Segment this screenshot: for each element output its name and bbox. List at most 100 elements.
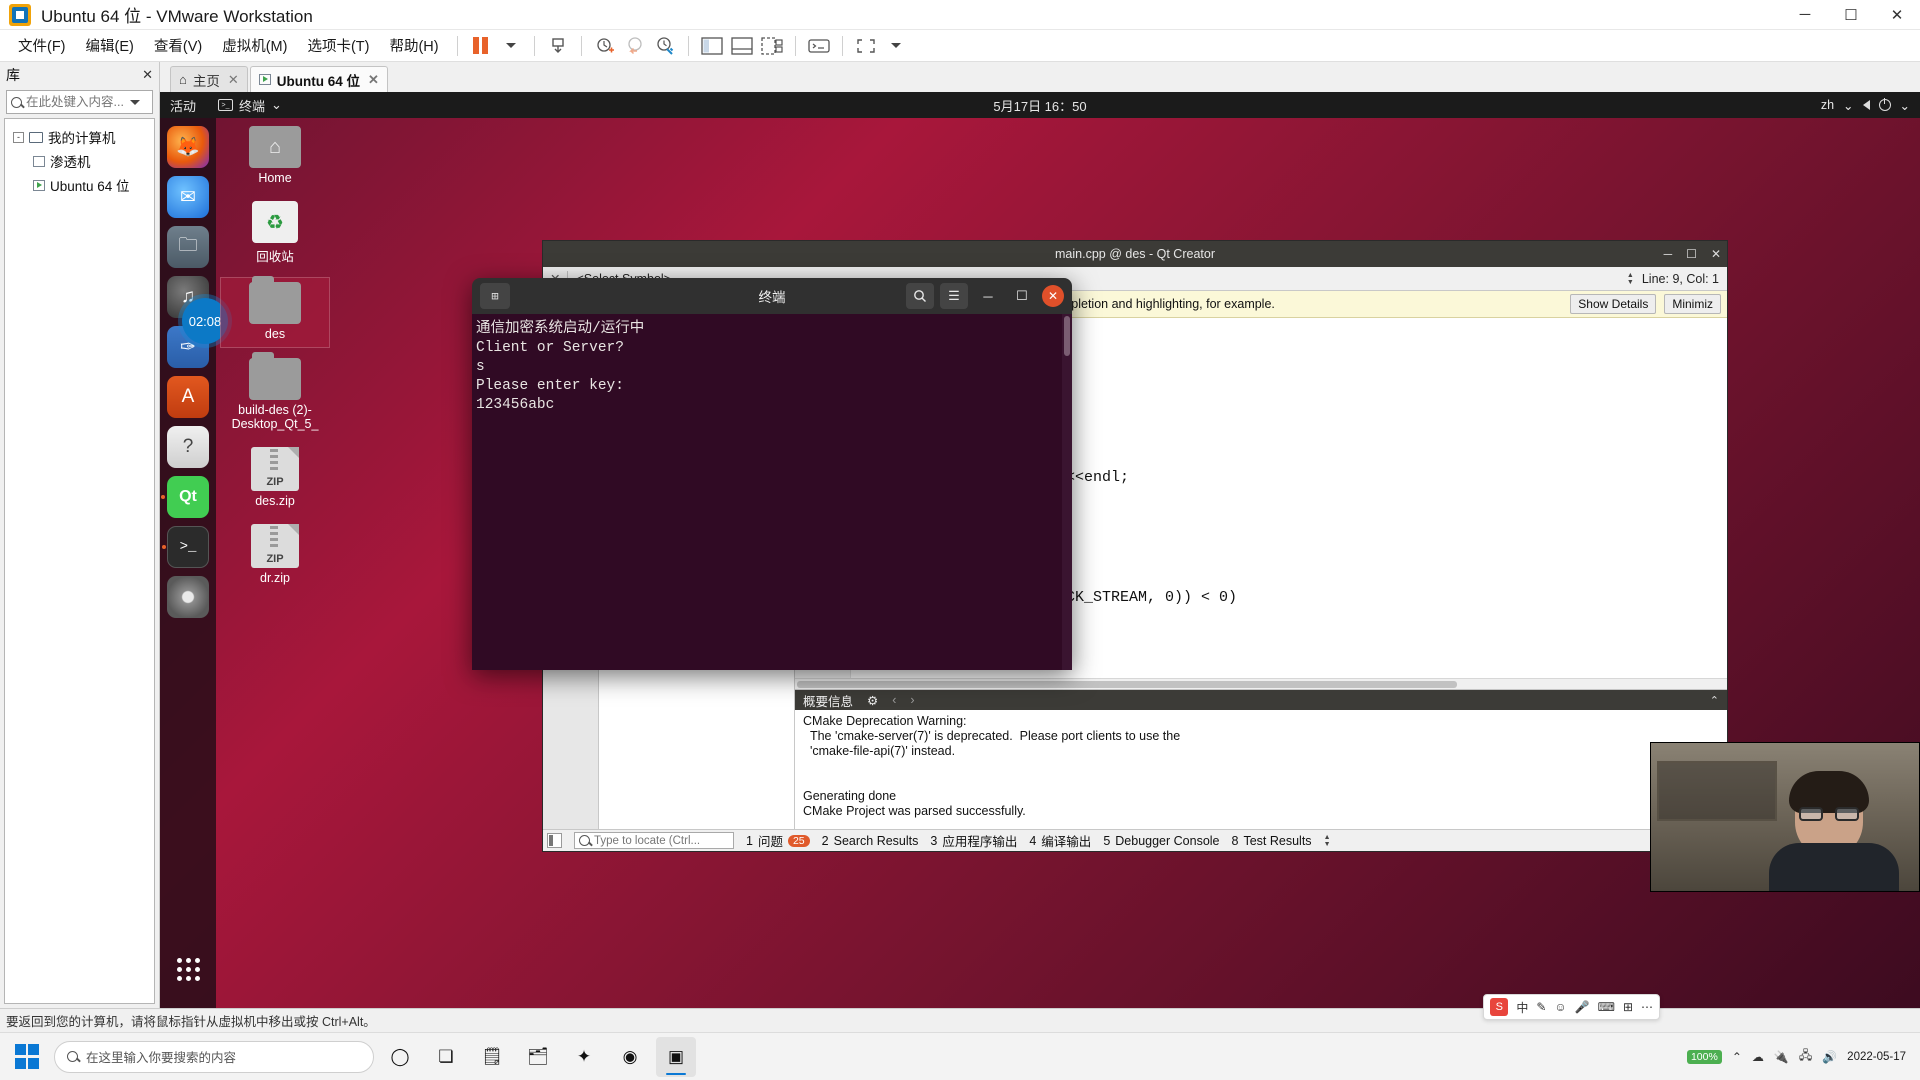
menu-vm[interactable]: 虚拟机(M) bbox=[212, 31, 297, 60]
collapse-pane-icon[interactable]: ⌃ bbox=[1710, 694, 1719, 707]
show-details-button[interactable]: Show Details bbox=[1570, 294, 1657, 314]
taskbar-search-box[interactable]: 在这里输入你要搜索的内容 bbox=[54, 1040, 374, 1073]
tree-item-my-computer[interactable]: - 我的计算机 bbox=[5, 125, 154, 149]
dock-item-ubuntu-software[interactable]: A bbox=[167, 376, 209, 418]
stepper-icon[interactable]: ▲ ▼ bbox=[1627, 272, 1634, 286]
output-tab-compile-output[interactable]: 4 编译输出 bbox=[1029, 831, 1091, 850]
suspend-button[interactable] bbox=[466, 33, 496, 59]
fullscreen-dropdown-icon[interactable] bbox=[881, 33, 911, 59]
line-column-indicator[interactable]: ▲ ▼ Line: 9, Col: 1 bbox=[1627, 272, 1727, 286]
terminal-scrollbar[interactable] bbox=[1062, 314, 1072, 670]
desktop-icon-des-zip[interactable]: ZIP des.zip bbox=[220, 443, 330, 514]
volume-icon[interactable] bbox=[1862, 100, 1870, 110]
tab-close-icon[interactable]: ✕ bbox=[228, 72, 239, 88]
tree-item-pentest-vm[interactable]: 渗透机 bbox=[5, 149, 154, 173]
power-icon[interactable] bbox=[1878, 98, 1891, 111]
output-filter-icon[interactable]: ⚙ bbox=[867, 693, 878, 708]
hamburger-menu-icon[interactable]: ☰ bbox=[940, 283, 968, 309]
ime-mode-label[interactable]: 中 bbox=[1516, 999, 1528, 1016]
desktop-icon-home[interactable]: ⌂ Home bbox=[220, 122, 330, 191]
output-tab-test-results[interactable]: 8 Test Results bbox=[1232, 834, 1312, 848]
revert-snapshot-icon[interactable] bbox=[620, 33, 650, 59]
menu-tabs[interactable]: 选项卡(T) bbox=[297, 31, 379, 60]
sticky-notes-icon[interactable]: 🗒 bbox=[472, 1037, 512, 1077]
show-applications-button[interactable] bbox=[167, 948, 209, 990]
scrollbar-thumb[interactable] bbox=[797, 681, 1457, 688]
menu-edit[interactable]: 编辑(E) bbox=[76, 31, 144, 60]
close-button[interactable]: ✕ bbox=[1874, 0, 1920, 30]
menu-view[interactable]: 查看(V) bbox=[144, 31, 212, 60]
terminal-minimize-button[interactable]: ─ bbox=[974, 283, 1002, 309]
tree-item-ubuntu-vm[interactable]: Ubuntu 64 位 bbox=[5, 173, 154, 197]
toggle-sidebar-icon[interactable] bbox=[547, 833, 562, 848]
desktop-icon-build-des[interactable]: build-des (2)-Desktop_Qt_5_ bbox=[220, 352, 330, 437]
ime-keyboard-icon[interactable]: ⌨ bbox=[1598, 1000, 1615, 1014]
cloud-icon[interactable]: ☁ bbox=[1752, 1050, 1764, 1064]
activities-button[interactable]: 活动 bbox=[170, 96, 196, 115]
qt-minimize-button[interactable]: ─ bbox=[1664, 247, 1673, 261]
qt-close-button[interactable]: ✕ bbox=[1711, 247, 1721, 261]
chevron-down-icon[interactable] bbox=[130, 99, 140, 105]
locator-input[interactable]: Type to locate (Ctrl... bbox=[574, 832, 734, 849]
volume-icon[interactable]: 🔊 bbox=[1822, 1050, 1837, 1064]
current-app-menu[interactable]: >_ 终端 ⌄ bbox=[218, 96, 282, 115]
prev-issue-icon[interactable]: ‹ bbox=[892, 693, 896, 707]
dock-item-qt-creator[interactable]: Qt bbox=[161, 476, 209, 518]
desktop-icon-trash[interactable]: ♻ 回收站 bbox=[220, 197, 330, 271]
desktop-icon-dr-zip[interactable]: ZIP dr.zip bbox=[220, 520, 330, 591]
dock-item-help[interactable]: ? bbox=[167, 426, 209, 468]
vscode-icon[interactable]: ✦ bbox=[564, 1037, 604, 1077]
library-search-input[interactable] bbox=[26, 95, 126, 109]
language-indicator[interactable]: zh bbox=[1821, 98, 1834, 112]
output-tab-app-output[interactable]: 3 应用程序输出 bbox=[930, 831, 1017, 850]
tab-home[interactable]: ⌂ 主页 ✕ bbox=[170, 66, 248, 92]
taskbar-clock[interactable]: 2022-05-17 bbox=[1847, 1050, 1906, 1064]
fullscreen-icon[interactable] bbox=[851, 33, 881, 59]
sogou-ime-icon[interactable]: S bbox=[1490, 998, 1509, 1016]
search-icon[interactable] bbox=[906, 283, 934, 309]
network-icon[interactable]: 🖧 bbox=[1799, 1046, 1812, 1067]
show-console-view-icon[interactable] bbox=[727, 33, 757, 59]
tray-overflow-icon[interactable]: ⌃ bbox=[1732, 1050, 1742, 1064]
minimize-button[interactable]: ─ bbox=[1782, 0, 1828, 30]
ime-voice-icon[interactable]: 🎤 bbox=[1575, 1000, 1590, 1014]
dock-item-files[interactable]: 🗀 bbox=[167, 226, 209, 268]
ime-pen-icon[interactable]: ✎ bbox=[1536, 1000, 1546, 1014]
console-keyboard-icon[interactable] bbox=[804, 33, 834, 59]
chrome-icon[interactable]: ◉ bbox=[610, 1037, 650, 1077]
dock-item-firefox[interactable]: 🦊 bbox=[167, 126, 209, 168]
editor-horizontal-scrollbar[interactable] bbox=[795, 678, 1727, 689]
next-issue-icon[interactable]: › bbox=[910, 693, 914, 707]
library-close-icon[interactable]: ✕ bbox=[142, 67, 153, 83]
battery-indicator[interactable]: 100% bbox=[1686, 1049, 1722, 1064]
dock-item-disc[interactable] bbox=[167, 576, 209, 618]
terminal-maximize-button[interactable]: ☐ bbox=[1008, 283, 1036, 309]
ime-more-icon[interactable]: ⋯ bbox=[1641, 1000, 1653, 1014]
maximize-button[interactable]: ☐ bbox=[1828, 0, 1874, 30]
output-tab-issues[interactable]: 1 问题 25 bbox=[746, 831, 810, 850]
usb-icon[interactable]: 🔌 bbox=[1774, 1050, 1789, 1064]
qt-maximize-button[interactable]: ☐ bbox=[1686, 247, 1697, 261]
tab-close-icon[interactable]: ✕ bbox=[368, 72, 379, 88]
gnome-clock[interactable]: 5月17日 16：50 bbox=[160, 96, 1920, 115]
desktop-icon-des[interactable]: des bbox=[220, 276, 330, 348]
take-snapshot-icon[interactable] bbox=[590, 33, 620, 59]
output-tab-debugger-console[interactable]: 5 Debugger Console bbox=[1103, 834, 1219, 848]
chevron-down-icon[interactable]: ⌄ bbox=[1900, 98, 1910, 113]
show-thumbnail-bar-icon[interactable] bbox=[757, 33, 787, 59]
show-library-icon[interactable] bbox=[697, 33, 727, 59]
vmware-taskbar-icon[interactable]: ▣ bbox=[656, 1036, 696, 1077]
dock-item-thunderbird[interactable]: ✉ bbox=[167, 176, 209, 218]
terminal-close-button[interactable]: ✕ bbox=[1042, 285, 1064, 307]
tab-ubuntu-64[interactable]: Ubuntu 64 位 ✕ bbox=[249, 66, 388, 92]
ime-toolbox-icon[interactable]: ⊞ bbox=[1623, 1000, 1633, 1014]
dock-item-terminal[interactable]: >_ bbox=[162, 526, 209, 568]
output-tab-search-results[interactable]: 2 Search Results bbox=[822, 834, 919, 848]
scrollbar-thumb[interactable] bbox=[1064, 316, 1070, 356]
terminal-output[interactable]: 通信加密系统启动/运行中 Client or Server? s Please ent… bbox=[472, 314, 1072, 670]
gnome-status-area[interactable]: zh ⌄ ⌄ bbox=[1821, 98, 1910, 113]
suspend-dropdown-icon[interactable] bbox=[496, 33, 526, 59]
minimize-info-button[interactable]: Minimiz bbox=[1664, 294, 1721, 314]
chevron-down-icon[interactable]: ⌄ bbox=[271, 97, 282, 113]
library-search-box[interactable] bbox=[6, 90, 153, 114]
